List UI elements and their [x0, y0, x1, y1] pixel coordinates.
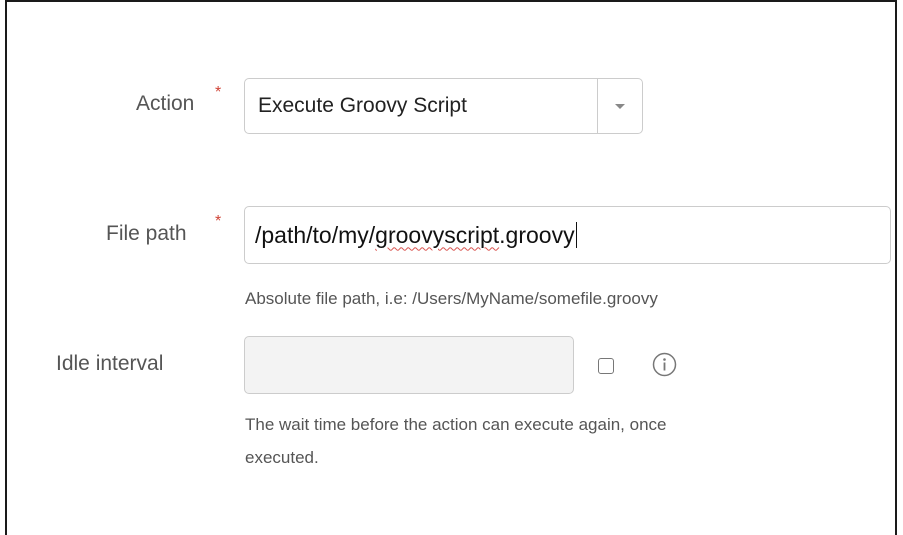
chevron-down-icon — [615, 103, 625, 109]
idle-interval-help-line-2: executed. — [245, 448, 319, 467]
file-path-value-prefix: /path/to/my/ — [255, 221, 376, 248]
idle-interval-label: Idle interval — [56, 352, 163, 376]
file-path-required-marker: * — [215, 213, 222, 230]
idle-interval-help-line-1: The wait time before the action can exec… — [245, 415, 667, 434]
file-path-label-text: File path — [106, 222, 187, 245]
idle-interval-label-text: Idle interval — [56, 352, 164, 375]
file-path-help-text: Absolute file path, i.e: /Users/MyName/s… — [245, 289, 658, 308]
idle-interval-checkbox[interactable] — [598, 358, 614, 374]
file-path-value-suffix: .groovy — [499, 221, 575, 248]
action-select[interactable]: Execute Groovy Script — [244, 78, 643, 134]
action-select-toggle[interactable] — [597, 79, 642, 133]
action-select-value: Execute Groovy Script — [258, 94, 467, 117]
file-path-value-misspelled: groovyscript — [375, 221, 500, 248]
file-path-input[interactable]: /path/to/my/groovyscript .groovy — [244, 206, 891, 264]
file-path-label: File path — [106, 222, 187, 246]
action-label-text: Action — [136, 92, 195, 115]
idle-interval-help-text: The wait time before the action can exec… — [245, 408, 666, 474]
action-required-marker: * — [215, 84, 222, 101]
action-label: Action — [136, 92, 194, 116]
text-cursor — [575, 222, 578, 248]
idle-interval-input[interactable] — [244, 336, 574, 394]
info-icon[interactable] — [652, 352, 677, 377]
